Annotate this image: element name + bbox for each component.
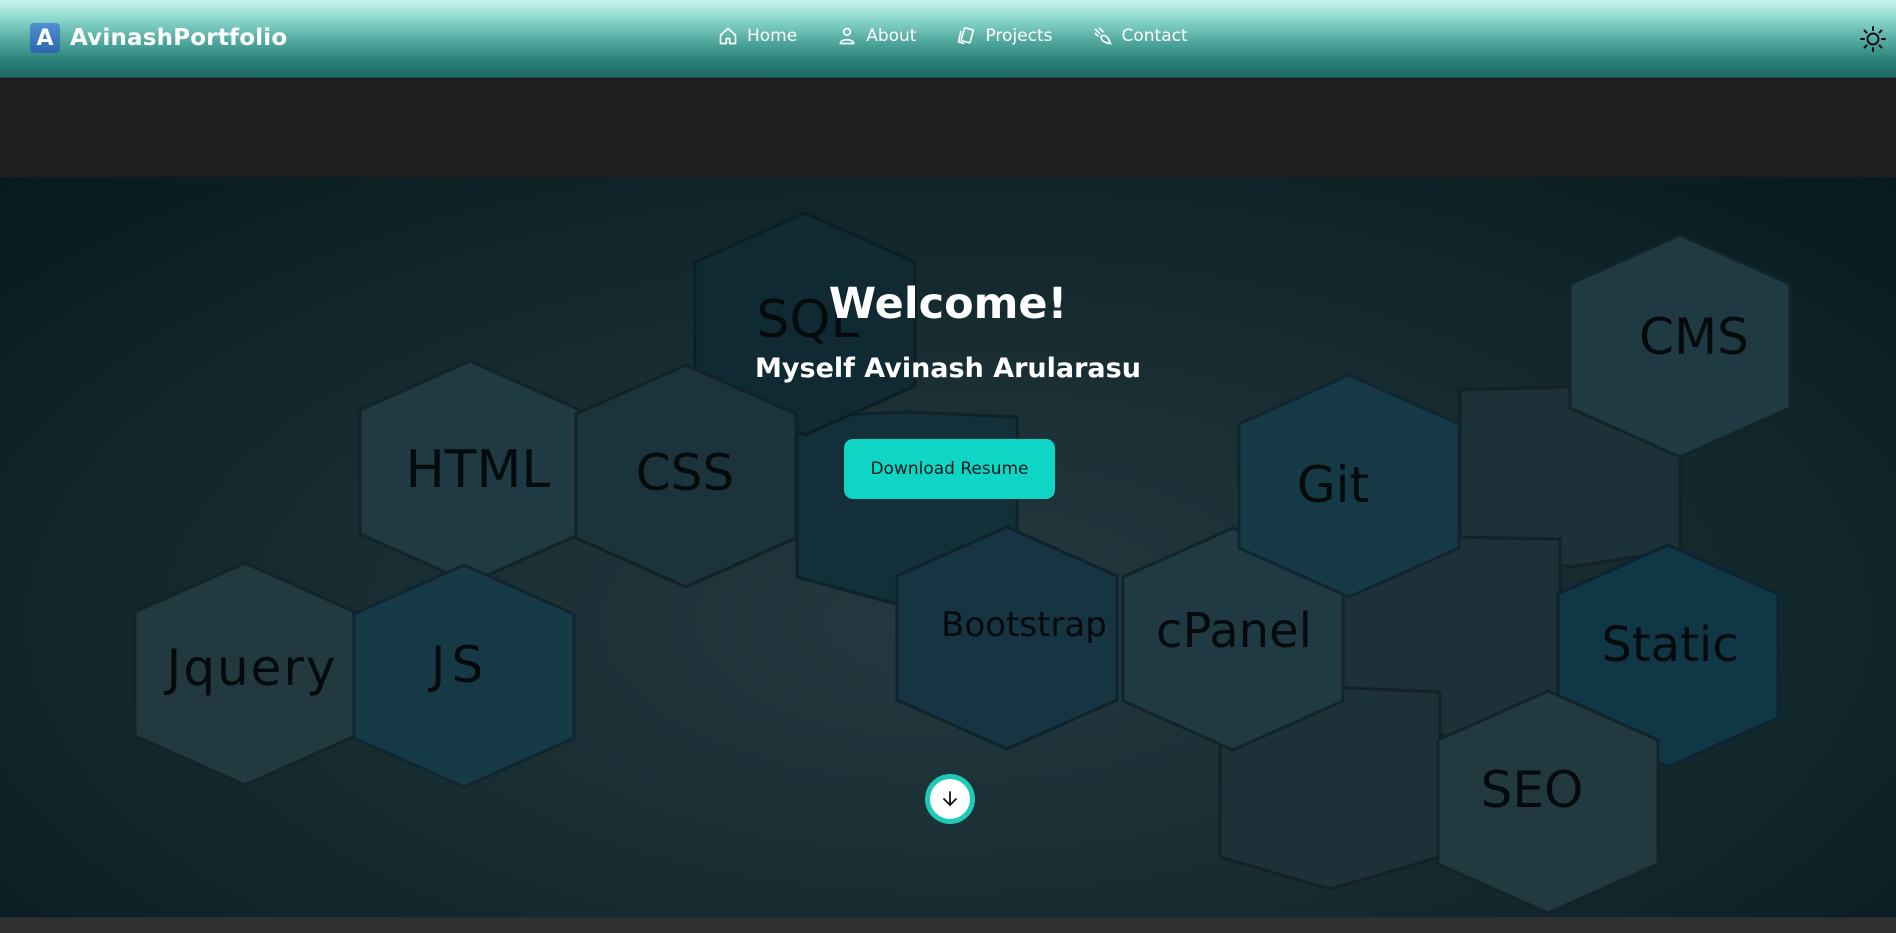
brand[interactable]: A AvinashPortfolio	[30, 22, 287, 54]
navbar: A AvinashPortfolio Home About Projects C…	[0, 0, 1896, 78]
brand-logo-icon: A	[30, 23, 60, 53]
sun-icon	[1860, 26, 1886, 52]
nav-item-home[interactable]: Home	[718, 26, 797, 46]
spacer-band	[0, 79, 1896, 177]
hero-title: Welcome!	[828, 279, 1068, 329]
home-icon	[719, 27, 737, 45]
hero-section: SQL HTML CSS Jquery JS Bootstrap cPanel	[0, 177, 1896, 917]
nav-label-home: Home	[747, 26, 798, 46]
brand-name: AvinashPortfolio	[70, 25, 288, 51]
contact-icon	[1094, 27, 1112, 45]
nav-item-about[interactable]: About	[837, 26, 916, 46]
arrow-down-icon	[943, 791, 957, 806]
nav-item-projects[interactable]: Projects	[956, 26, 1053, 46]
user-icon	[839, 27, 855, 45]
nav-item-contact[interactable]: Contact	[1093, 26, 1188, 46]
nav-label-projects: Projects	[985, 26, 1053, 46]
scroll-down-button[interactable]	[925, 774, 975, 824]
bottom-strip	[0, 917, 1896, 933]
nav-label-about: About	[866, 26, 917, 46]
download-resume-button[interactable]: Download Resume	[844, 439, 1055, 499]
hero-content: Welcome! Myself Avinash Arularasu Downlo…	[0, 177, 1896, 917]
nav-links: Home About Projects Contact	[718, 26, 1228, 46]
projects-icon	[958, 27, 975, 45]
theme-toggle-button[interactable]	[1859, 25, 1887, 53]
hero-subtitle: Myself Avinash Arularasu	[755, 353, 1141, 384]
nav-label-contact: Contact	[1121, 26, 1188, 46]
